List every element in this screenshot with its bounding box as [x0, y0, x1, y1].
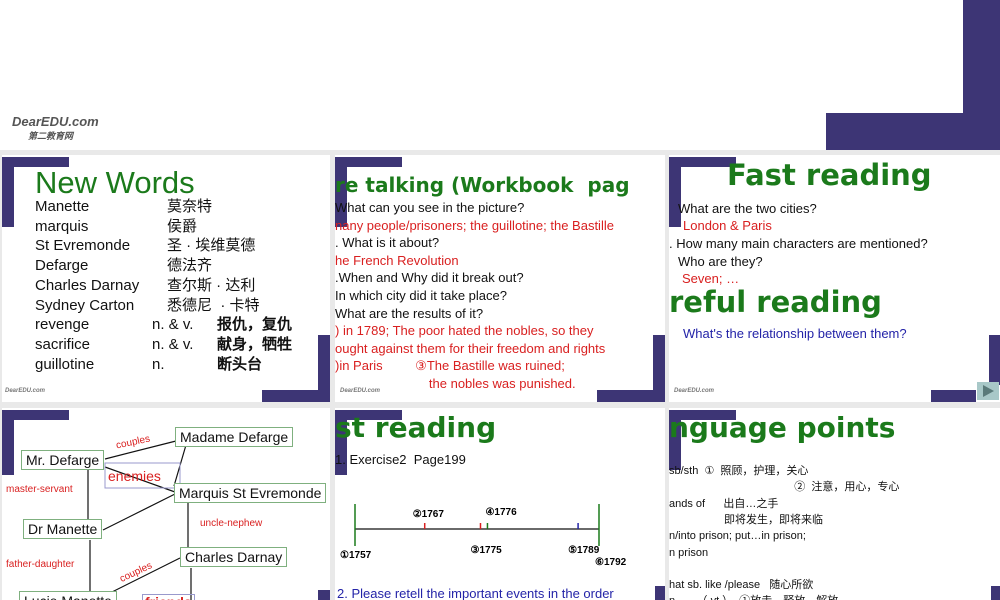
- word-term: Sydney Carton: [35, 296, 135, 314]
- question: What are the two cities?: [678, 201, 817, 216]
- slide-title: nguage points: [669, 411, 896, 444]
- answer: Seven; …: [682, 271, 740, 286]
- slide-text-line: What can you see in the picture?: [335, 200, 525, 215]
- slide-text-line: n/into prison; put…in prison;: [669, 530, 806, 543]
- slide-text-line: ② 注意，用心，专心: [669, 481, 900, 494]
- corner-decoration: [669, 157, 681, 227]
- word-pos: n.: [152, 355, 165, 373]
- node-mr-defarge: Mr. Defarge: [21, 450, 105, 470]
- slide-text-line: 即将发生，即将来临: [669, 513, 824, 526]
- word-term: guillotine: [35, 355, 95, 373]
- word-meaning: 查尔斯 · 达利: [167, 276, 256, 294]
- relation-label: uncle-nephew: [200, 518, 263, 529]
- slide-text-line: hat sb. like /please 随心所欲: [669, 579, 814, 592]
- logo: DearEDU.com: [12, 114, 99, 129]
- slide-text-line: In which city did it take place?: [335, 288, 507, 303]
- relation-label: friends: [142, 594, 195, 600]
- slide-text-line: n （ vt ） ①放走，释放，解放: [669, 596, 838, 600]
- timeline-label: ④1776: [485, 507, 517, 518]
- slide-text-line: ) in 1789; The poor hated the nobles, so…: [335, 323, 594, 339]
- slide-thumbnail-talking[interactable]: re talking (Workbook pag What can you se…: [335, 155, 665, 402]
- word-term: St Evremonde: [35, 237, 131, 255]
- word-meaning: 圣 · 埃维莫德: [167, 237, 256, 255]
- corner-decoration: [2, 157, 14, 227]
- slide-thumbnail-timeline[interactable]: st reading 1. Exercise2 Page199 ①1757 ②17…: [335, 408, 665, 600]
- slide-text-line: n prison: [669, 546, 709, 559]
- word-term: Manette: [35, 198, 90, 215]
- corner-decoration: [991, 586, 1000, 600]
- slide-title: Fast reading: [727, 158, 932, 192]
- slide-text-line: sb/sth ① 照顾，护理，关心: [669, 465, 809, 477]
- node-madame-defarge: Madame Defarge: [175, 427, 294, 447]
- node-marquis: Marquis St Evremonde: [174, 483, 327, 503]
- slide-text-line: . What is it about?: [335, 235, 440, 251]
- next-slide-button[interactable]: [977, 382, 999, 400]
- section-title: reful reading: [669, 285, 882, 319]
- word-term: sacrifice: [35, 335, 91, 353]
- slide-text-line: ands of 出自…之手: [669, 497, 779, 510]
- answer: London & Paris: [683, 218, 772, 233]
- corner-decoration: [931, 390, 976, 402]
- logo: DearEDU.com: [340, 388, 381, 394]
- retell-instruction: 2. Please retell the important events in…: [337, 586, 614, 600]
- word-meaning: 莫奈特: [167, 198, 213, 215]
- word-term: revenge: [35, 316, 90, 334]
- word-meaning: 断头台: [217, 355, 263, 373]
- slide-text-line: he French Revolution: [335, 252, 459, 268]
- word-meaning: 悉德尼 · 卡特: [167, 296, 260, 314]
- timeline-label: ②1767: [413, 509, 445, 520]
- slide-text-line: .When and Why did it break out?: [335, 270, 524, 286]
- relation-label: father-daughter: [6, 559, 75, 570]
- timeline-label: ⑥1792: [595, 557, 627, 568]
- word-term: marquis: [35, 217, 89, 235]
- word-meaning: 报仇，复仇: [217, 316, 293, 334]
- slide-thumbnail-new-words[interactable]: New Words Manette 莫奈特 marquis 侯爵 St Evremond…: [2, 155, 330, 402]
- slide-text-line: nany people/prisoners; the guillotine; t…: [335, 217, 614, 233]
- slide-text-line: ought against them for their freedom and…: [335, 340, 606, 356]
- logo: DearEDU.com: [674, 388, 715, 394]
- word-term: Charles Darnay: [35, 276, 140, 294]
- slide-title: re talking (Workbook pag: [335, 173, 630, 197]
- slide-text-line: What are the results of it?: [335, 305, 484, 321]
- relation-label: enemies: [108, 468, 161, 484]
- relation-label: master-servant: [6, 484, 73, 495]
- question: . How many main characters are mentioned…: [669, 236, 928, 251]
- timeline-label: ⑤1789: [568, 545, 600, 556]
- play-icon: [983, 385, 994, 397]
- word-pos: n. & v.: [152, 316, 194, 334]
- slide-thumbnail-relationships[interactable]: Madame Defarge Mr. Defarge Marquis St Ev…: [2, 408, 330, 600]
- slide-thumbnail-language-points[interactable]: nguage points sb/sth ① 照顾，护理，关心 ② 注意，用心，…: [669, 408, 1000, 600]
- word-meaning: 侯爵: [167, 217, 198, 235]
- slide-text-line: )in Paris ③The Bastille was ruined;: [335, 358, 565, 374]
- logo-sub: 第二教育网: [28, 131, 74, 141]
- corner-decoration: [262, 390, 330, 402]
- logo: DearEDU.com: [5, 388, 46, 394]
- corner-decoration: [597, 390, 665, 402]
- corner-decoration: [989, 335, 1000, 385]
- timeline-label: ③1775: [470, 545, 502, 556]
- slide-preview-top[interactable]: DearEDU.com 第二教育网: [0, 0, 1000, 150]
- timeline-label: ①1757: [340, 550, 372, 561]
- corner-decoration: [826, 113, 1000, 150]
- word-meaning: 献身，牺牲: [217, 335, 293, 353]
- word-meaning: 德法齐: [167, 257, 213, 275]
- slide-title: New Words: [35, 165, 195, 200]
- node-lucie-manette: Lucie Manette: [19, 591, 117, 600]
- question: What's the relationship between them?: [683, 326, 907, 341]
- node-charles-darnay: Charles Darnay: [180, 547, 288, 567]
- word-pos: n. & v.: [152, 335, 194, 353]
- question: Who are they?: [678, 254, 763, 269]
- word-term: Defarge: [35, 257, 89, 275]
- slide-thumbnail-fast-reading[interactable]: Fast reading What are the two cities? Lo…: [669, 155, 1000, 402]
- node-dr-manette: Dr Manette: [23, 519, 103, 539]
- timeline: ①1757 ②1767 ③1775 ④1776 ⑤1789⑥1792: [340, 504, 627, 568]
